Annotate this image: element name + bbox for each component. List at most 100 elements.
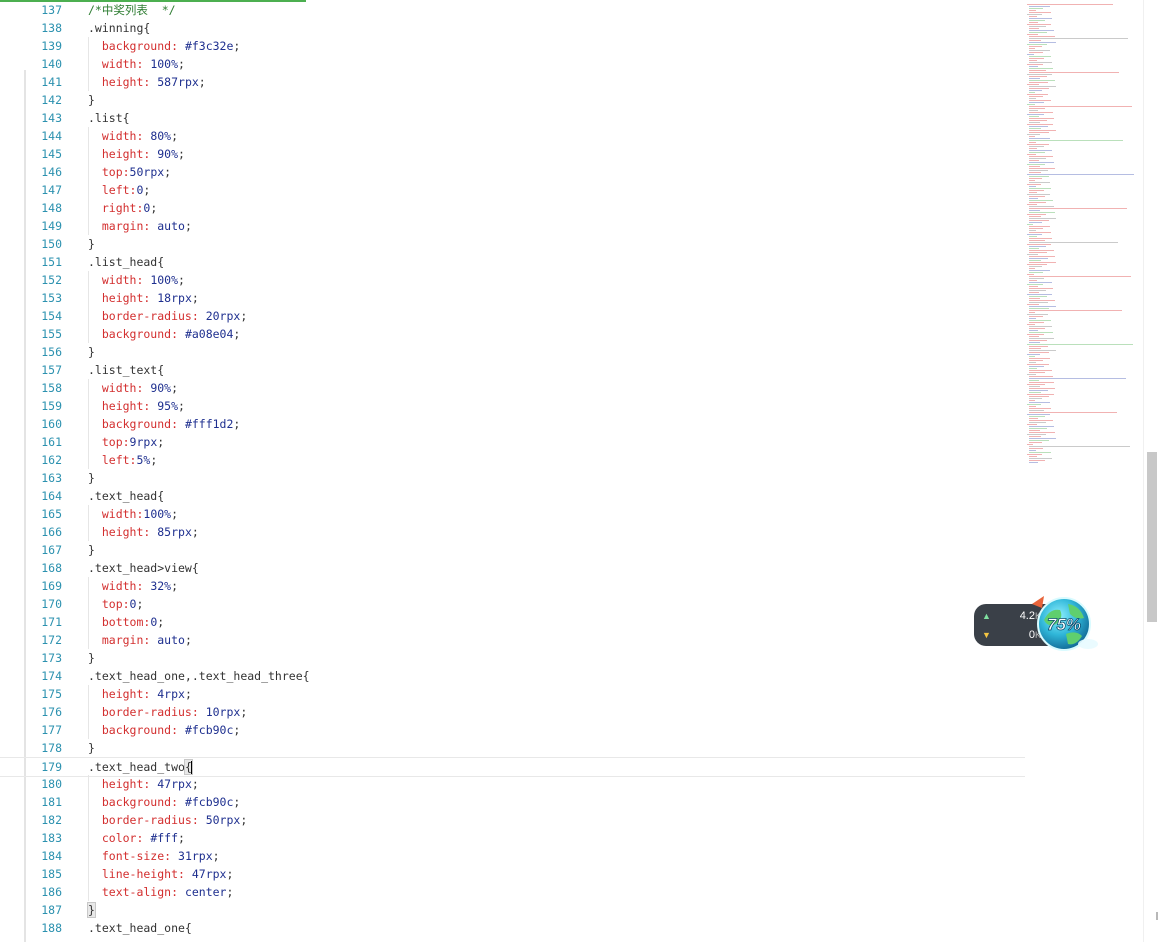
code-line[interactable]: 175 height: 4rpx; bbox=[0, 685, 1025, 703]
code-text[interactable]: .text_head_one{ bbox=[88, 919, 192, 937]
code-text[interactable]: border-radius: 10rpx; bbox=[88, 703, 247, 721]
code-line[interactable]: 172 margin: auto; bbox=[0, 631, 1025, 649]
code-text[interactable]: line-height: 47rpx; bbox=[88, 865, 234, 883]
code-line[interactable]: 177 background: #fcb90c; bbox=[0, 721, 1025, 739]
code-line[interactable]: 148 right:0; bbox=[0, 199, 1025, 217]
code-line[interactable]: 163} bbox=[0, 469, 1025, 487]
code-line[interactable]: 181 background: #fcb90c; bbox=[0, 793, 1025, 811]
code-text[interactable]: /*中奖列表 */ bbox=[88, 1, 176, 19]
code-text[interactable]: height: 90%; bbox=[88, 145, 185, 163]
code-line[interactable]: 165 width:100%; bbox=[0, 505, 1025, 523]
code-line[interactable]: 178} bbox=[0, 739, 1025, 757]
code-line[interactable]: 164 .text_head{ bbox=[0, 487, 1025, 505]
code-line[interactable]: 156} bbox=[0, 343, 1025, 361]
code-line[interactable]: 187} bbox=[0, 901, 1025, 919]
code-text[interactable]: left:0; bbox=[88, 181, 151, 199]
code-text[interactable]: height: 85rpx; bbox=[88, 523, 199, 541]
code-text[interactable]: .list_text{ bbox=[88, 361, 164, 379]
code-line[interactable]: 170 top:0; bbox=[0, 595, 1025, 613]
code-text[interactable]: height: 4rpx; bbox=[88, 685, 192, 703]
code-text[interactable]: height: 18rpx; bbox=[88, 289, 199, 307]
code-line[interactable]: 183 color: #fff; bbox=[0, 829, 1025, 847]
code-text[interactable]: } bbox=[88, 91, 95, 109]
code-text[interactable]: .text_head_one,.text_head_three{ bbox=[88, 667, 310, 685]
code-line[interactable]: 173} bbox=[0, 649, 1025, 667]
code-text[interactable]: } bbox=[88, 469, 95, 487]
code-text[interactable]: color: #fff; bbox=[88, 829, 185, 847]
code-text[interactable]: margin: auto; bbox=[88, 217, 192, 235]
code-line[interactable]: 167} bbox=[0, 541, 1025, 559]
code-line[interactable]: 159 height: 95%; bbox=[0, 397, 1025, 415]
code-text[interactable]: height: 47rpx; bbox=[88, 775, 199, 793]
code-line[interactable]: 149 margin: auto; bbox=[0, 217, 1025, 235]
code-text[interactable]: background: #fff1d2; bbox=[88, 415, 241, 433]
code-line[interactable]: 160 background: #fff1d2; bbox=[0, 415, 1025, 433]
code-line[interactable]: 180 height: 47rpx; bbox=[0, 775, 1025, 793]
code-line[interactable]: 154 border-radius: 20rpx; bbox=[0, 307, 1025, 325]
code-text[interactable]: .list{ bbox=[88, 109, 130, 127]
code-text[interactable]: } bbox=[88, 343, 95, 361]
code-text[interactable]: bottom:0; bbox=[88, 613, 164, 631]
code-text[interactable]: top:9rpx; bbox=[88, 433, 164, 451]
code-line[interactable]: 143 .list{ bbox=[0, 109, 1025, 127]
code-line[interactable]: 138 .winning{ bbox=[0, 19, 1025, 37]
code-text[interactable]: width: 80%; bbox=[88, 127, 178, 145]
code-line[interactable]: 185 line-height: 47rpx; bbox=[0, 865, 1025, 883]
code-line[interactable]: 152 width: 100%; bbox=[0, 271, 1025, 289]
code-line[interactable]: 146 top:50rpx; bbox=[0, 163, 1025, 181]
code-text[interactable]: .winning{ bbox=[88, 19, 150, 37]
code-text[interactable]: } bbox=[88, 649, 95, 667]
code-text[interactable]: height: 95%; bbox=[88, 397, 185, 415]
code-text[interactable]: width: 100%; bbox=[88, 271, 185, 289]
code-line[interactable]: 144 width: 80%; bbox=[0, 127, 1025, 145]
code-text[interactable]: background: #f3c32e; bbox=[88, 37, 241, 55]
code-line[interactable]: 139 background: #f3c32e; bbox=[0, 37, 1025, 55]
code-line[interactable]: 169 width: 32%; bbox=[0, 577, 1025, 595]
code-text[interactable]: background: #a08e04; bbox=[88, 325, 241, 343]
code-text[interactable]: } bbox=[88, 541, 95, 559]
code-text[interactable]: width:100%; bbox=[88, 505, 178, 523]
code-text[interactable]: font-size: 31rpx; bbox=[88, 847, 220, 865]
code-line[interactable]: 147 left:0; bbox=[0, 181, 1025, 199]
code-line[interactable]: 168 .text_head>view{ bbox=[0, 559, 1025, 577]
code-text[interactable]: top:0; bbox=[88, 595, 144, 613]
vertical-scrollbar[interactable] bbox=[1143, 0, 1159, 942]
code-text[interactable]: .list_head{ bbox=[88, 253, 164, 271]
code-text[interactable]: left:5%; bbox=[88, 451, 157, 469]
code-text[interactable]: margin: auto; bbox=[88, 631, 192, 649]
code-line[interactable]: 155 background: #a08e04; bbox=[0, 325, 1025, 343]
code-line[interactable]: 176 border-radius: 10rpx; bbox=[0, 703, 1025, 721]
code-text[interactable]: width: 90%; bbox=[88, 379, 178, 397]
code-text[interactable]: border-radius: 20rpx; bbox=[88, 307, 247, 325]
code-text[interactable]: width: 100%; bbox=[88, 55, 185, 73]
code-text[interactable]: } bbox=[87, 901, 96, 919]
code-line[interactable]: 184 font-size: 31rpx; bbox=[0, 847, 1025, 865]
code-line[interactable]: 186 text-align: center; bbox=[0, 883, 1025, 901]
code-text[interactable]: background: #fcb90c; bbox=[88, 721, 241, 739]
code-line[interactable]: 140 width: 100%; bbox=[0, 55, 1025, 73]
code-text[interactable]: background: #fcb90c; bbox=[88, 793, 241, 811]
code-text[interactable]: text-align: center; bbox=[88, 883, 234, 901]
code-line[interactable]: 162 left:5%; bbox=[0, 451, 1025, 469]
code-line[interactable]: 174 .text_head_one,.text_head_three{ bbox=[0, 667, 1025, 685]
code-text[interactable]: width: 32%; bbox=[88, 577, 178, 595]
code-line[interactable]: 161 top:9rpx; bbox=[0, 433, 1025, 451]
globe-accelerator-icon[interactable]: 75% bbox=[1030, 590, 1098, 656]
code-line[interactable]: 182 border-radius: 50rpx; bbox=[0, 811, 1025, 829]
scrollbar-thumb[interactable] bbox=[1147, 452, 1157, 622]
code-text[interactable]: } bbox=[88, 235, 95, 253]
code-line[interactable]: 142} bbox=[0, 91, 1025, 109]
code-editor[interactable]: 137 /*中奖列表 */ 138 .winning{139 background: … bbox=[0, 0, 1025, 942]
code-line[interactable]: 150} bbox=[0, 235, 1025, 253]
code-text[interactable]: right:0; bbox=[88, 199, 157, 217]
code-line[interactable]: 158 width: 90%; bbox=[0, 379, 1025, 397]
code-line[interactable]: 145 height: 90%; bbox=[0, 145, 1025, 163]
code-text[interactable]: .text_head>view{ bbox=[88, 559, 199, 577]
code-line[interactable]: 151 .list_head{ bbox=[0, 253, 1025, 271]
code-line[interactable]: 188 .text_head_one{ bbox=[0, 919, 1025, 937]
code-line[interactable]: 171 bottom:0; bbox=[0, 613, 1025, 631]
code-text[interactable]: border-radius: 50rpx; bbox=[88, 811, 247, 829]
code-text[interactable]: .text_head{ bbox=[88, 487, 164, 505]
code-line[interactable]: 137 /*中奖列表 */ bbox=[0, 1, 1025, 19]
code-text[interactable]: .text_head_two{ bbox=[88, 758, 193, 776]
